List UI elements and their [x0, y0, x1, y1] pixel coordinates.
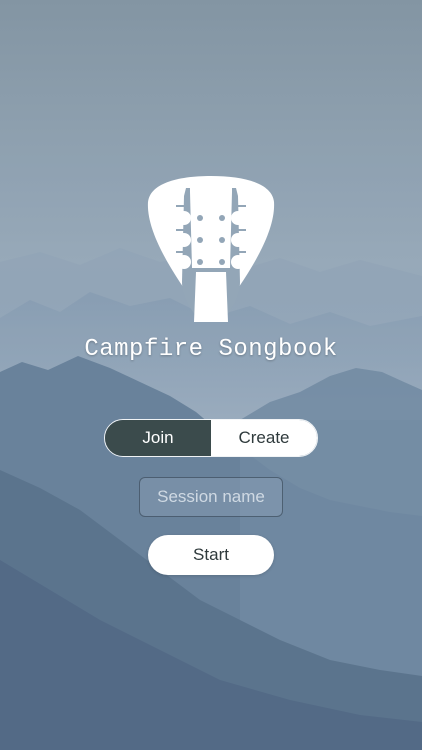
join-create-toggle[interactable]: Join Create	[104, 419, 318, 457]
session-name-input[interactable]	[139, 477, 283, 517]
start-button[interactable]: Start	[148, 535, 274, 575]
segment-create[interactable]: Create	[211, 420, 317, 456]
mountain-background	[0, 0, 422, 750]
launch-screen: Campfire Songbook Join Create Start	[0, 0, 422, 750]
segment-join[interactable]: Join	[105, 420, 211, 456]
guitar-pick-headstock-icon	[147, 176, 275, 322]
app-title: Campfire Songbook	[84, 336, 338, 363]
